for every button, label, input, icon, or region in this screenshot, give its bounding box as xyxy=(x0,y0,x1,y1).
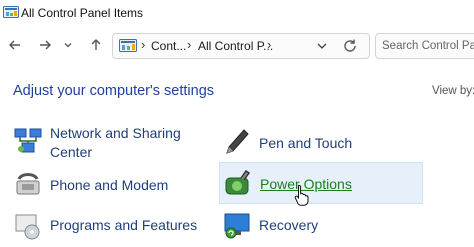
phone-modem-icon xyxy=(16,173,40,195)
arrow-left-icon xyxy=(9,40,20,50)
item-label: Programs and Features xyxy=(50,217,198,233)
navigation-bar: › Cont... › All Control P... › Search Co… xyxy=(0,28,474,64)
item-power-options[interactable]: Power Options xyxy=(219,162,423,204)
recent-locations-button[interactable] xyxy=(60,35,76,55)
chevron-right-icon: › xyxy=(187,37,192,52)
item-label: Network and Sharing Center xyxy=(50,125,181,160)
view-by-label: View by: xyxy=(432,85,474,97)
arrow-right-icon xyxy=(40,40,51,50)
title-bar: All Control Panel Items xyxy=(0,0,474,28)
address-bar[interactable]: › Cont... › All Control P... › xyxy=(112,33,370,59)
chevron-right-icon: › xyxy=(267,37,272,52)
item-programs-features[interactable]: Programs and Features xyxy=(10,208,210,244)
window-title: All Control Panel Items xyxy=(21,6,144,20)
item-recovery[interactable]: Recovery xyxy=(219,208,419,244)
chevron-down-icon xyxy=(64,43,72,48)
hand-cursor-icon xyxy=(294,184,309,206)
arrow-up-icon xyxy=(91,39,101,50)
programs-icon xyxy=(15,214,40,240)
power-options-icon xyxy=(225,169,251,195)
forward-button[interactable] xyxy=(35,35,55,55)
chevron-right-icon: › xyxy=(141,37,146,52)
item-label: Pen and Touch xyxy=(259,135,353,151)
page-title: Adjust your computer's settings xyxy=(13,83,215,99)
up-button[interactable] xyxy=(86,35,106,55)
item-network-sharing[interactable]: Network and Sharing Center xyxy=(10,120,210,162)
pen-icon xyxy=(226,129,249,154)
control-panel-icon xyxy=(119,39,137,52)
back-button[interactable] xyxy=(5,35,25,55)
network-icon xyxy=(14,128,42,153)
item-label: Phone and Modem xyxy=(50,177,169,193)
item-pen-touch[interactable]: Pen and Touch xyxy=(219,124,419,160)
search-input[interactable]: Search Control Panel xyxy=(375,33,474,59)
item-phone-modem[interactable]: Phone and Modem xyxy=(10,166,210,202)
search-placeholder: Search Control Panel xyxy=(382,40,474,52)
refresh-icon[interactable] xyxy=(342,38,358,54)
recovery-icon xyxy=(224,213,250,239)
control-panel-icon xyxy=(3,6,19,18)
item-label: Power Options xyxy=(260,176,352,192)
chevron-down-icon[interactable] xyxy=(316,39,328,53)
breadcrumb-control-panel[interactable]: Cont... xyxy=(151,39,186,53)
item-label: Recovery xyxy=(259,217,319,233)
breadcrumb-all-items[interactable]: All Control P... xyxy=(198,39,273,53)
